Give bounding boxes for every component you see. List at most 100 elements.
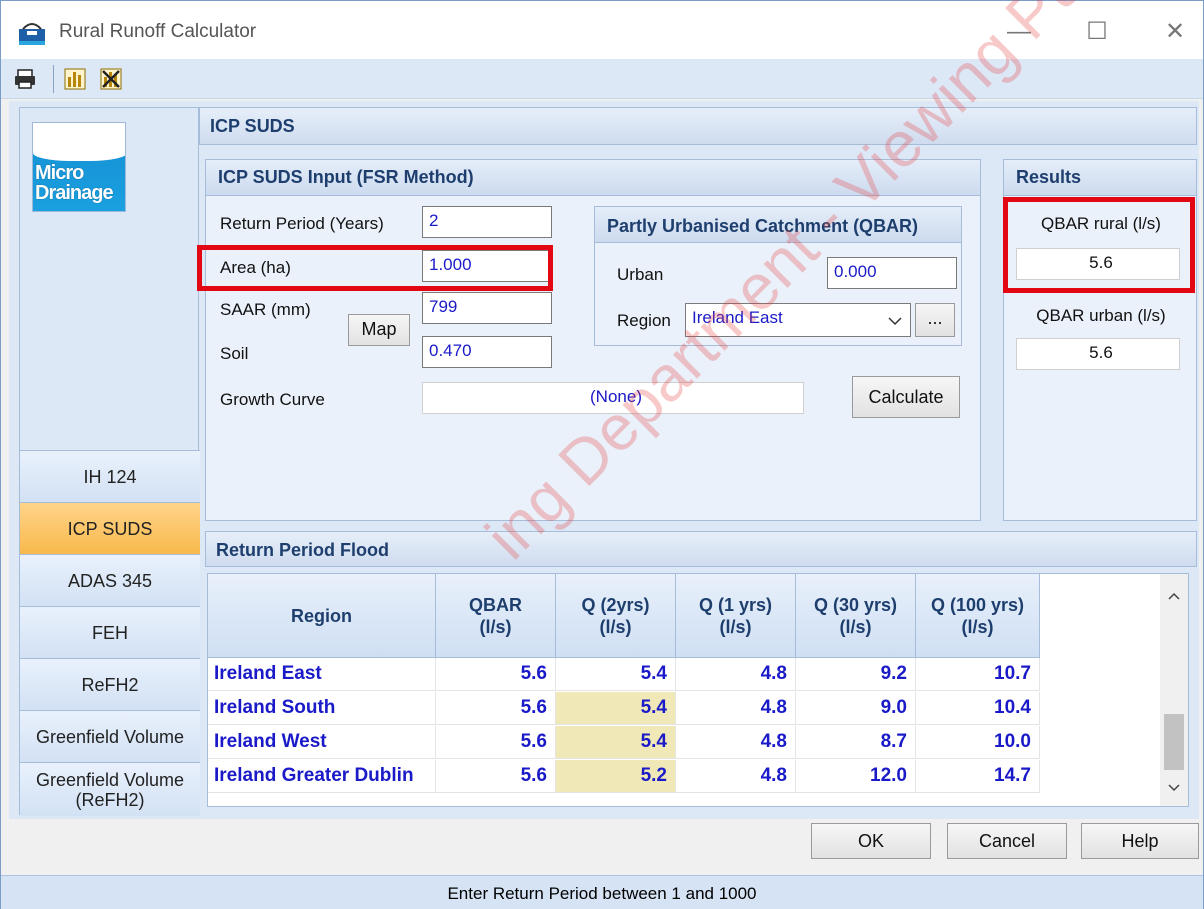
table-cell[interactable]: 4.8: [676, 692, 796, 725]
table-cell[interactable]: 10.7: [916, 658, 1040, 691]
table-cell[interactable]: 5.6: [436, 726, 556, 759]
flood-table: Region QBAR (l/s) Q (2yrs) (l/s) Q (1 yrs)…: [207, 573, 1189, 807]
toolbar-separator: [53, 65, 54, 93]
table-cell[interactable]: 8.7: [796, 726, 916, 759]
ok-button[interactable]: OK: [811, 823, 931, 859]
chart-delete-icon[interactable]: [99, 67, 123, 91]
table-cell[interactable]: 9.0: [796, 692, 916, 725]
urban-group: Partly Urbanised Catchment (QBAR) Urban …: [594, 206, 962, 346]
table-cell-region[interactable]: Ireland Greater Dublin: [208, 760, 436, 793]
chevron-down-icon[interactable]: [1168, 784, 1180, 792]
column-header-q2[interactable]: Q (2yrs) (l/s): [556, 574, 676, 658]
scrollbar-thumb[interactable]: [1164, 714, 1184, 770]
column-header-label: Q (100 yrs): [930, 594, 1025, 615]
column-header-q100[interactable]: Q (100 yrs) (l/s): [916, 574, 1040, 658]
soil-field[interactable]: 0.470: [422, 336, 552, 368]
method-sidebar: Micro Drainage IH 124 ICP SUDS ADAS 345 …: [19, 107, 200, 816]
urban-label: Urban: [617, 265, 664, 284]
micro-drainage-logo: Micro Drainage: [32, 122, 126, 212]
table-cell[interactable]: 10.0: [916, 726, 1040, 759]
sidebar-item-greenfield-volume[interactable]: Greenfield Volume: [20, 710, 200, 762]
close-button[interactable]: ✕: [1155, 15, 1195, 49]
table-cell[interactable]: 5.6: [436, 692, 556, 725]
return-period-label: Return Period (Years): [220, 214, 384, 233]
column-header-region[interactable]: Region: [208, 574, 436, 658]
sidebar-item-adas345[interactable]: ADAS 345: [20, 554, 200, 606]
table-cell[interactable]: 5.6: [436, 658, 556, 691]
logo-text: Micro Drainage: [35, 163, 114, 204]
table-cell-region[interactable]: Ireland South: [208, 692, 436, 725]
column-header-label: Q (2yrs): [581, 594, 650, 615]
chevron-down-icon: [888, 317, 902, 326]
column-header-qbar[interactable]: QBAR (l/s): [436, 574, 556, 658]
sidebar-item-feh[interactable]: FEH: [20, 606, 200, 658]
status-bar: Enter Return Period between 1 and 1000: [1, 875, 1203, 909]
chevron-up-icon[interactable]: [1168, 592, 1180, 600]
table-cell[interactable]: 5.6: [436, 760, 556, 793]
sidebar-item-icp-suds[interactable]: ICP SUDS: [20, 502, 200, 554]
help-button[interactable]: Help: [1081, 823, 1199, 859]
status-text: Enter Return Period between 1 and 1000: [447, 884, 757, 903]
column-header-label: QBAR: [469, 594, 522, 615]
table-cell[interactable]: 9.2: [796, 658, 916, 691]
region-label: Region: [617, 311, 671, 330]
soil-label: Soil: [220, 344, 249, 363]
region-select[interactable]: Ireland East: [685, 303, 911, 337]
logo-cloud: [33, 141, 125, 161]
column-header-label: Q (30 yrs): [813, 594, 898, 615]
printer-icon[interactable]: [13, 67, 37, 91]
table-cell[interactable]: 4.8: [676, 726, 796, 759]
table-cell[interactable]: 10.4: [916, 692, 1040, 725]
calculate-button[interactable]: Calculate: [852, 376, 960, 418]
sidebar-item-ih124[interactable]: IH 124: [20, 450, 200, 502]
saar-label: SAAR (mm): [220, 300, 311, 319]
title-bar: Rural Runoff Calculator — ☐ ✕: [1, 1, 1203, 63]
table-cell[interactable]: 14.7: [916, 760, 1040, 793]
table-cell[interactable]: 5.2: [556, 760, 676, 793]
column-header-q1[interactable]: Q (1 yrs) (l/s): [676, 574, 796, 658]
cancel-button[interactable]: Cancel: [947, 823, 1067, 859]
column-header-unit: (l/s): [479, 616, 512, 637]
region-select-value: Ireland East: [692, 308, 783, 327]
qbar-rural-highlight: [1003, 197, 1195, 293]
input-group-title: ICP SUDS Input (FSR Method): [206, 160, 980, 196]
maximize-button[interactable]: ☐: [1077, 15, 1117, 49]
qbar-urban-value: 5.6: [1016, 338, 1180, 370]
chart-icon[interactable]: [63, 67, 87, 91]
map-button[interactable]: Map: [348, 314, 410, 346]
content-panel: Micro Drainage IH 124 ICP SUDS ADAS 345 …: [9, 101, 1199, 819]
table-cell[interactable]: 4.8: [676, 658, 796, 691]
app-window: Rural Runoff Calculator — ☐ ✕ Micro Drai…: [0, 0, 1204, 909]
column-header-unit: (l/s): [719, 616, 752, 637]
sidebar-item-refh2[interactable]: ReFH2: [20, 658, 200, 710]
return-period-field[interactable]: 2: [422, 206, 552, 238]
app-icon: [19, 23, 45, 45]
logo-line-2: Drainage: [35, 182, 114, 204]
toolbar: [1, 59, 1203, 99]
vertical-scrollbar[interactable]: [1160, 574, 1188, 806]
column-header-q30[interactable]: Q (30 yrs) (l/s): [796, 574, 916, 658]
table-cell-region[interactable]: Ireland East: [208, 658, 436, 691]
saar-field[interactable]: 799: [422, 292, 552, 324]
growth-curve-label: Growth Curve: [220, 390, 325, 409]
column-header-unit: (l/s): [839, 616, 872, 637]
sidebar-item-greenfield-volume-refh2[interactable]: Greenfield Volume (ReFH2): [20, 762, 200, 816]
column-header-unit: (l/s): [961, 616, 994, 637]
table-cell-region[interactable]: Ireland West: [208, 726, 436, 759]
urban-field[interactable]: 0.000: [827, 257, 957, 289]
column-header-label: Region: [291, 605, 352, 626]
table-cell[interactable]: 12.0: [796, 760, 916, 793]
area-highlight: [197, 245, 553, 291]
minimize-button[interactable]: —: [999, 15, 1039, 49]
page-title: ICP SUDS: [199, 107, 1197, 145]
flood-title: Return Period Flood: [205, 531, 1197, 567]
table-cell[interactable]: 5.4: [556, 726, 676, 759]
qbar-urban-label: QBAR urban (l/s): [1036, 306, 1166, 325]
table-cell[interactable]: 4.8: [676, 760, 796, 793]
table-cell[interactable]: 5.4: [556, 692, 676, 725]
growth-curve-field[interactable]: (None): [422, 382, 804, 414]
region-browse-button[interactable]: ...: [915, 303, 955, 337]
table-cell[interactable]: 5.4: [556, 658, 676, 691]
urban-group-title: Partly Urbanised Catchment (QBAR): [595, 207, 961, 243]
window-title: Rural Runoff Calculator: [59, 21, 257, 42]
